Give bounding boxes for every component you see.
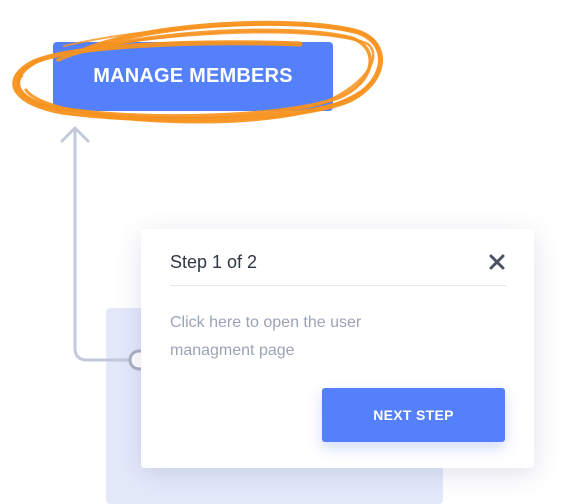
step-description-line-1: Click here to open the user <box>170 314 362 331</box>
step-description-line-2: managment page <box>170 342 295 359</box>
manage-members-label: MANAGE MEMBERS <box>93 65 293 87</box>
next-step-button[interactable]: NEXT STEP <box>322 388 505 442</box>
manage-members-button[interactable]: MANAGE MEMBERS <box>53 42 333 111</box>
onboarding-stage: MANAGE MEMBERS Step 1 of 2 Click here to… <box>0 0 568 504</box>
popover-divider <box>170 285 506 286</box>
step-description: Click here to open the user managment pa… <box>170 309 430 365</box>
next-step-label: NEXT STEP <box>373 407 454 423</box>
tour-step-popover: Step 1 of 2 Click here to open the user … <box>141 229 534 468</box>
step-title: Step 1 of 2 <box>170 252 258 272</box>
connector-line <box>73 126 130 362</box>
close-icon[interactable] <box>484 249 510 275</box>
close-icon-glyph <box>489 254 505 270</box>
